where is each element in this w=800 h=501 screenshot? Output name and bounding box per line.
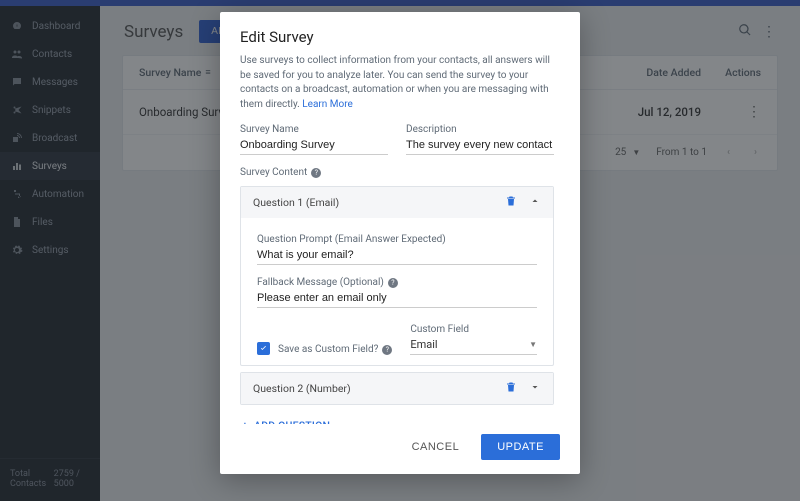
modal-title: Edit Survey [240, 28, 560, 46]
add-question-button[interactable]: + ADD QUESTION [240, 411, 332, 424]
edit-survey-modal: Edit Survey Use surveys to collect infor… [220, 12, 580, 474]
update-button[interactable]: UPDATE [481, 434, 560, 460]
survey-content-label: Survey Content ? [240, 167, 554, 178]
help-icon[interactable]: ? [311, 168, 321, 178]
description-label: Description [406, 124, 554, 135]
question-header[interactable]: Question 1 (Email) [241, 187, 553, 218]
help-icon[interactable]: ? [388, 278, 398, 288]
chevron-down-icon[interactable] [529, 381, 541, 396]
fallback-input[interactable] [257, 288, 537, 308]
survey-name-input[interactable] [240, 135, 388, 155]
question-title: Question 2 (Number) [253, 382, 351, 395]
modal-overlay[interactable]: Edit Survey Use surveys to collect infor… [0, 0, 800, 501]
custom-field-select[interactable]: Email ▼ [410, 335, 537, 355]
delete-question-button[interactable] [505, 381, 517, 396]
custom-field-label: Custom Field [410, 324, 537, 335]
plus-icon: + [242, 419, 248, 424]
question-header[interactable]: Question 2 (Number) [241, 373, 553, 404]
description-input[interactable] [406, 135, 554, 155]
survey-name-label: Survey Name [240, 124, 388, 135]
fallback-label: Fallback Message (Optional) ? [257, 277, 537, 288]
chevron-up-icon[interactable] [529, 195, 541, 210]
question-2: Question 2 (Number) [240, 372, 554, 405]
delete-question-button[interactable] [505, 195, 517, 210]
question-prompt-label: Question Prompt (Email Answer Expected) [257, 234, 537, 245]
question-prompt-input[interactable] [257, 245, 537, 265]
help-icon[interactable]: ? [382, 345, 392, 355]
modal-intro: Use surveys to collect information from … [240, 54, 554, 112]
cancel-button[interactable]: CANCEL [402, 434, 470, 460]
save-custom-field-label: Save as Custom Field? ? [278, 344, 392, 355]
save-custom-field-checkbox[interactable] [257, 342, 270, 355]
question-title: Question 1 (Email) [253, 196, 339, 209]
learn-more-link[interactable]: Learn More [302, 99, 353, 110]
question-1: Question 1 (Email) Question Prompt (Emai… [240, 186, 554, 366]
chevron-down-icon: ▼ [529, 340, 537, 349]
